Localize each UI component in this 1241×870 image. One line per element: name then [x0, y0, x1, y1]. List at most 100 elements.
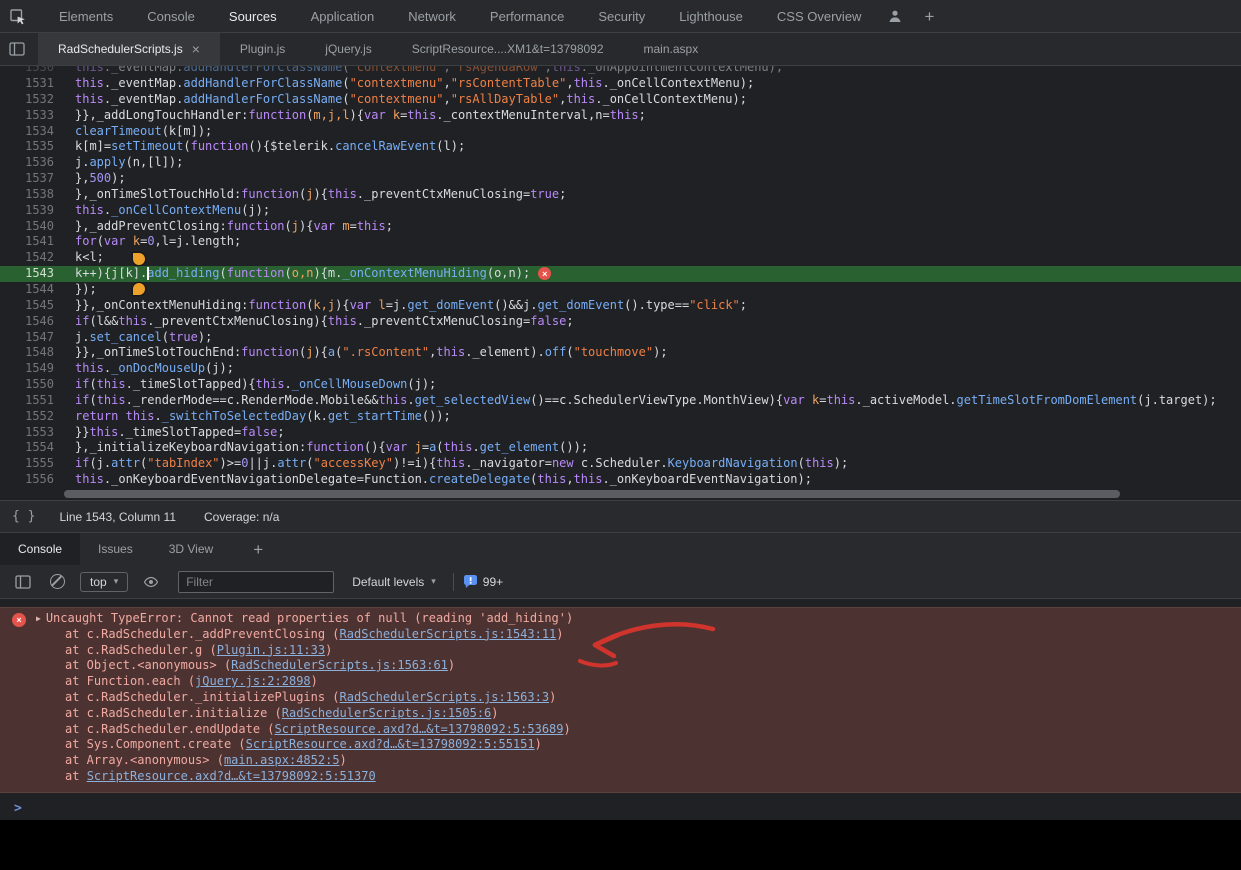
- file-tab-plugin-js[interactable]: Plugin.js: [220, 33, 305, 65]
- code-line-1537[interactable]: 1537},500);: [0, 171, 1241, 187]
- code-line-1539[interactable]: 1539this._onCellContextMenu(j);: [0, 203, 1241, 219]
- code-line-1553[interactable]: 1553}}this._timeSlotTapped=false;: [0, 425, 1241, 441]
- line-number[interactable]: 1549: [0, 361, 62, 377]
- code-line-1548[interactable]: 1548}},_onTimeSlotTouchEnd:function(j){a…: [0, 345, 1241, 361]
- code-line-1541[interactable]: 1541for(var k=0,l=j.length;: [0, 234, 1241, 250]
- tab-network[interactable]: Network: [391, 0, 473, 32]
- stack-frame-link[interactable]: ScriptResource.axd?d…&t=13798092:5:53689: [275, 722, 564, 736]
- line-number[interactable]: 1539: [0, 203, 62, 219]
- line-number[interactable]: 1553: [0, 425, 62, 441]
- selection-handle-end[interactable]: [133, 283, 145, 295]
- code-line-1533[interactable]: 1533}},_addLongTouchHandler:function(m,j…: [0, 108, 1241, 124]
- line-number[interactable]: 1532: [0, 92, 62, 108]
- code-line-1551[interactable]: 1551if(this._renderMode==c.RenderMode.Mo…: [0, 393, 1241, 409]
- code-line-1549[interactable]: 1549this._onDocMouseUp(j);: [0, 361, 1241, 377]
- add-drawer-tab-button[interactable]: +: [241, 535, 275, 563]
- stack-frame-link[interactable]: RadSchedulerScripts.js:1563:61: [231, 658, 448, 672]
- stack-frame-link[interactable]: RadSchedulerScripts.js:1505:6: [282, 706, 492, 720]
- line-number[interactable]: 1537: [0, 171, 62, 187]
- line-number[interactable]: 1533: [0, 108, 62, 124]
- line-number[interactable]: 1551: [0, 393, 62, 409]
- line-number[interactable]: 1548: [0, 345, 62, 361]
- code-line-1554[interactable]: 1554},_initializeKeyboardNavigation:func…: [0, 440, 1241, 456]
- code-line-1536[interactable]: 1536j.apply(n,[l]);: [0, 155, 1241, 171]
- line-number[interactable]: 1545: [0, 298, 62, 314]
- line-number[interactable]: 1541: [0, 234, 62, 250]
- drawer-tab-issues[interactable]: Issues: [80, 533, 151, 565]
- javascript-context-select[interactable]: top ▾: [80, 572, 128, 592]
- stack-frame-link[interactable]: jQuery.js:2:2898: [195, 674, 311, 688]
- pretty-print-button[interactable]: { }: [0, 509, 35, 524]
- code-line-1546[interactable]: 1546if(l&&this._preventCtxMenuClosing){t…: [0, 314, 1241, 330]
- line-number[interactable]: 1531: [0, 76, 62, 92]
- issues-counter[interactable]: 99+: [463, 575, 503, 589]
- line-number[interactable]: 1555: [0, 456, 62, 472]
- code-line-1538[interactable]: 1538},_onTimeSlotTouchHold:function(j){t…: [0, 187, 1241, 203]
- log-levels-select[interactable]: Default levels ▾: [344, 575, 444, 589]
- tab-console[interactable]: Console: [130, 0, 212, 32]
- stack-frame-link[interactable]: ScriptResource.axd?d…&t=13798092:5:55151: [246, 737, 535, 751]
- line-number[interactable]: 1530: [0, 66, 62, 70]
- tab-elements[interactable]: Elements: [42, 0, 130, 32]
- line-number[interactable]: 1538: [0, 187, 62, 203]
- tab-performance[interactable]: Performance: [473, 0, 581, 32]
- code-line-1550[interactable]: 1550if(this._timeSlotTapped){this._onCel…: [0, 377, 1241, 393]
- code-line-1542[interactable]: 1542k<l;: [0, 250, 1241, 266]
- line-number[interactable]: 1535: [0, 139, 62, 155]
- stack-frame-link[interactable]: main.aspx:4852:5: [224, 753, 340, 767]
- drawer-tab-3d-view[interactable]: 3D View: [151, 533, 231, 565]
- live-expression-button[interactable]: [134, 568, 168, 596]
- tab-security[interactable]: Security: [581, 0, 662, 32]
- tab-css-overview[interactable]: CSS Overview: [760, 0, 879, 32]
- inline-error-badge[interactable]: ×: [538, 267, 551, 280]
- code-line-1530[interactable]: 1530this._eventMap.addHandlerForClassNam…: [0, 66, 1241, 76]
- line-number[interactable]: 1544: [0, 282, 62, 298]
- scrollbar-thumb[interactable]: [64, 490, 1120, 498]
- code-line-1532[interactable]: 1532this._eventMap.addHandlerForClassNam…: [0, 92, 1241, 108]
- profile-button[interactable]: [878, 2, 912, 30]
- line-number[interactable]: 1543: [0, 266, 62, 282]
- navigator-toggle-button[interactable]: [0, 35, 34, 63]
- clear-console-button[interactable]: [40, 568, 74, 596]
- line-number[interactable]: 1536: [0, 155, 62, 171]
- line-number[interactable]: 1534: [0, 124, 62, 140]
- line-number[interactable]: 1554: [0, 440, 62, 456]
- code-line-1531[interactable]: 1531this._eventMap.addHandlerForClassNam…: [0, 76, 1241, 92]
- code-line-1544[interactable]: 1544});: [0, 282, 1241, 298]
- close-icon[interactable]: ×: [192, 42, 200, 56]
- stack-frame-link[interactable]: Plugin.js:11:33: [217, 643, 325, 657]
- line-number[interactable]: 1546: [0, 314, 62, 330]
- selection-handle-start[interactable]: [133, 253, 145, 265]
- drawer-tab-console[interactable]: Console: [0, 533, 80, 565]
- code-line-1543[interactable]: 1543k++){j[k].add_hiding(function(o,n){m…: [0, 266, 1241, 282]
- file-tab-main-aspx[interactable]: main.aspx: [624, 33, 719, 65]
- line-number[interactable]: 1550: [0, 377, 62, 393]
- code-line-1540[interactable]: 1540},_addPreventClosing:function(j){var…: [0, 219, 1241, 235]
- stack-frame-link[interactable]: RadSchedulerScripts.js:1563:3: [340, 690, 550, 704]
- code-line-1535[interactable]: 1535k[m]=setTimeout(function(){$telerik.…: [0, 139, 1241, 155]
- stack-frame-link[interactable]: RadSchedulerScripts.js:1543:11: [340, 627, 557, 641]
- stack-frame-link[interactable]: ScriptResource.axd?d…&t=13798092:5:51370: [87, 769, 376, 783]
- tab-lighthouse[interactable]: Lighthouse: [662, 0, 760, 32]
- code-line-1534[interactable]: 1534clearTimeout(k[m]);: [0, 124, 1241, 140]
- file-tab-jquery-js[interactable]: jQuery.js: [305, 33, 391, 65]
- code-line-1552[interactable]: 1552return this._switchToSelectedDay(k.g…: [0, 409, 1241, 425]
- tab-sources[interactable]: Sources: [212, 0, 294, 32]
- more-tools-button[interactable]: +: [912, 2, 946, 30]
- inspect-element-button[interactable]: [0, 2, 34, 30]
- tab-application[interactable]: Application: [294, 0, 392, 32]
- expand-triangle-icon[interactable]: ▶: [36, 614, 41, 623]
- code-line-1545[interactable]: 1545}},_onContextMenuHiding:function(k,j…: [0, 298, 1241, 314]
- line-number[interactable]: 1542: [0, 250, 62, 266]
- line-number[interactable]: 1552: [0, 409, 62, 425]
- horizontal-scrollbar[interactable]: [0, 488, 1241, 500]
- console-prompt[interactable]: >: [0, 793, 1241, 816]
- line-number[interactable]: 1547: [0, 330, 62, 346]
- console-sidebar-toggle-button[interactable]: [6, 568, 40, 596]
- line-number[interactable]: 1540: [0, 219, 62, 235]
- file-tab-scriptresource-xm1-t-13798092[interactable]: ScriptResource....XM1&t=13798092: [392, 33, 624, 65]
- source-editor[interactable]: 1530this._eventMap.addHandlerForClassNam…: [0, 66, 1241, 488]
- code-line-1556[interactable]: 1556this._onKeyboardEventNavigationDeleg…: [0, 472, 1241, 488]
- code-line-1555[interactable]: 1555if(j.attr("tabIndex")>=0||j.attr("ac…: [0, 456, 1241, 472]
- file-tab-radschedulerscripts-js[interactable]: RadSchedulerScripts.js×: [38, 33, 220, 65]
